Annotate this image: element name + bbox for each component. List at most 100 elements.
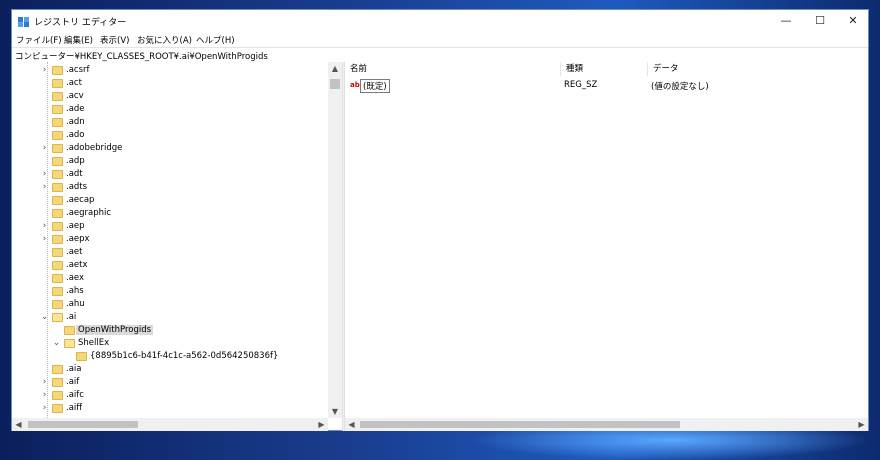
expand-chevron-icon[interactable]: ›	[40, 402, 49, 415]
tree-item[interactable]: .acv	[12, 90, 328, 103]
tree-item-label[interactable]: .aifc	[66, 390, 84, 400]
tree-item[interactable]: .act	[12, 77, 328, 90]
tree-item-label[interactable]: .ade	[66, 104, 85, 114]
menu-view[interactable]: 表示(V)	[100, 34, 129, 46]
tree-item-label[interactable]: .aep	[66, 221, 85, 231]
scroll-down-icon[interactable]: ▼	[328, 405, 342, 418]
expand-chevron-icon[interactable]: ›	[40, 220, 49, 233]
minimize-button[interactable]: —	[769, 10, 803, 32]
tree-item[interactable]: › .acsrf	[12, 64, 328, 77]
maximize-button[interactable]: ☐	[803, 10, 837, 32]
tree-item[interactable]: OpenWithProgids	[12, 324, 328, 337]
title-bar[interactable]: レジストリ エディター — ☐ ✕	[12, 10, 868, 32]
tree-item-label[interactable]: .adp	[66, 156, 85, 166]
list-scroll-right-icon[interactable]: ▶	[855, 418, 868, 431]
tree-item[interactable]: ⌄ ShellEx	[12, 337, 328, 350]
tree-item[interactable]: .ado	[12, 129, 328, 142]
expand-chevron-icon[interactable]: ›	[40, 376, 49, 389]
tree-item-label[interactable]: .ahu	[66, 299, 85, 309]
expand-chevron-icon[interactable]: ›	[40, 181, 49, 194]
tree-item-label[interactable]: .acsrf	[66, 65, 90, 75]
tree-item[interactable]: .ahu	[12, 298, 328, 311]
scroll-thumb[interactable]	[330, 79, 340, 89]
tree-item[interactable]: › .aepx	[12, 233, 328, 246]
tree-item[interactable]: › .adobebridge	[12, 142, 328, 155]
column-header-name[interactable]: 名前	[345, 62, 561, 76]
tree-item-label[interactable]: .aegraphic	[66, 208, 111, 218]
tree-item[interactable]: .aegraphic	[12, 207, 328, 220]
list-horizontal-scrollbar[interactable]: ◀ ▶	[345, 418, 868, 431]
no-expander	[40, 194, 49, 207]
tree-item[interactable]: .aet	[12, 246, 328, 259]
tree-item[interactable]: .adp	[12, 155, 328, 168]
tree-item-label[interactable]: {8895b1c6-b41f-4c1c-a562-0d564250836f}	[90, 351, 278, 361]
tree-item-label[interactable]: .aia	[66, 364, 81, 374]
expand-chevron-icon[interactable]: ›	[40, 142, 49, 155]
list-scroll-left-icon[interactable]: ◀	[345, 418, 358, 431]
tree-item[interactable]: › .adts	[12, 181, 328, 194]
tree-item-label[interactable]: .aepx	[66, 234, 90, 244]
tree-item-label[interactable]: .aet	[66, 247, 82, 257]
folder-icon	[52, 183, 63, 192]
tree-item[interactable]: .ahs	[12, 285, 328, 298]
expand-chevron-icon[interactable]: ›	[40, 233, 49, 246]
tree-item[interactable]: .adn	[12, 116, 328, 129]
tree-item-label[interactable]: ShellEx	[78, 338, 109, 348]
tree-item[interactable]: › .aif	[12, 376, 328, 389]
tree-item-label[interactable]: .adobebridge	[66, 143, 122, 153]
menu-file[interactable]: ファイル(F)	[16, 34, 62, 46]
column-header-type[interactable]: 種類	[561, 62, 648, 76]
folder-icon	[76, 352, 87, 361]
tree-item[interactable]: ⌄ .ai	[12, 311, 328, 324]
menu-favorites[interactable]: お気に入り(A)	[137, 34, 192, 46]
tree-item-label[interactable]: .aetx	[66, 260, 88, 270]
tree-item-label[interactable]: .ai	[66, 312, 76, 322]
tree-item-label[interactable]: .ahs	[66, 286, 84, 296]
scroll-left-icon[interactable]: ◀	[12, 418, 25, 431]
tree-item-label[interactable]: .act	[66, 78, 82, 88]
tree-item-label[interactable]: .adts	[66, 182, 87, 192]
expand-chevron-icon[interactable]: ›	[40, 64, 49, 77]
tree-item[interactable]: .aia	[12, 363, 328, 376]
tree-item-label[interactable]: .adn	[66, 117, 85, 127]
tree-item-label[interactable]: .aex	[66, 273, 84, 283]
address-path[interactable]: コンピューター¥HKEY_CLASSES_ROOT¥.ai¥OpenWithPr…	[15, 50, 268, 62]
address-bar[interactable]: コンピューター¥HKEY_CLASSES_ROOT¥.ai¥OpenWithPr…	[12, 47, 868, 63]
collapse-chevron-icon[interactable]: ⌄	[40, 311, 49, 324]
tree-item[interactable]: .aex	[12, 272, 328, 285]
tree-item[interactable]: › .aifc	[12, 389, 328, 402]
value-name[interactable]: (既定)	[360, 79, 390, 93]
column-header-data[interactable]: データ	[648, 62, 868, 76]
expand-chevron-icon[interactable]: ›	[40, 389, 49, 402]
tree-item-label[interactable]: .ado	[66, 130, 85, 140]
menu-edit[interactable]: 編集(E)	[64, 34, 93, 46]
value-data: (値の設定なし)	[651, 82, 709, 92]
tree-item-label[interactable]: .acv	[66, 91, 84, 101]
scroll-right-icon[interactable]: ▶	[315, 418, 328, 431]
tree-item[interactable]: › .aiff	[12, 402, 328, 415]
expand-chevron-icon[interactable]: ›	[40, 168, 49, 181]
tree-item[interactable]: {8895b1c6-b41f-4c1c-a562-0d564250836f}	[12, 350, 328, 363]
scroll-up-icon[interactable]: ▲	[328, 62, 342, 75]
tree-item-label[interactable]: .adt	[66, 169, 83, 179]
collapse-chevron-icon[interactable]: ⌄	[52, 337, 61, 350]
tree-item-label[interactable]: .aif	[66, 377, 79, 387]
key-tree-pane[interactable]: › .acsrf .act .acv .ade .adn .ado › .adobebridge…	[12, 62, 342, 418]
tree-vertical-scrollbar[interactable]: ▲ ▼	[328, 62, 342, 418]
folder-icon	[52, 300, 63, 309]
close-button[interactable]: ✕	[836, 10, 870, 32]
no-expander	[40, 259, 49, 272]
tree-item[interactable]: .aetx	[12, 259, 328, 272]
tree-item[interactable]: › .aep	[12, 220, 328, 233]
menu-help[interactable]: ヘルプ(H)	[196, 34, 235, 46]
values-list-pane[interactable]: 名前 種類 データ ab (既定) REG_SZ (値の設定なし)	[345, 62, 868, 418]
tree-item-label[interactable]: .aiff	[66, 403, 82, 413]
tree-item[interactable]: › .adt	[12, 168, 328, 181]
tree-item-label[interactable]: .aecap	[66, 195, 94, 205]
tree-item-label[interactable]: OpenWithProgids	[76, 325, 154, 335]
list-hscroll-thumb[interactable]	[360, 421, 680, 428]
tree-hscroll-thumb[interactable]	[28, 421, 138, 428]
tree-horizontal-scrollbar[interactable]: ◀ ▶	[12, 418, 328, 431]
tree-item[interactable]: .aecap	[12, 194, 328, 207]
tree-item[interactable]: .ade	[12, 103, 328, 116]
